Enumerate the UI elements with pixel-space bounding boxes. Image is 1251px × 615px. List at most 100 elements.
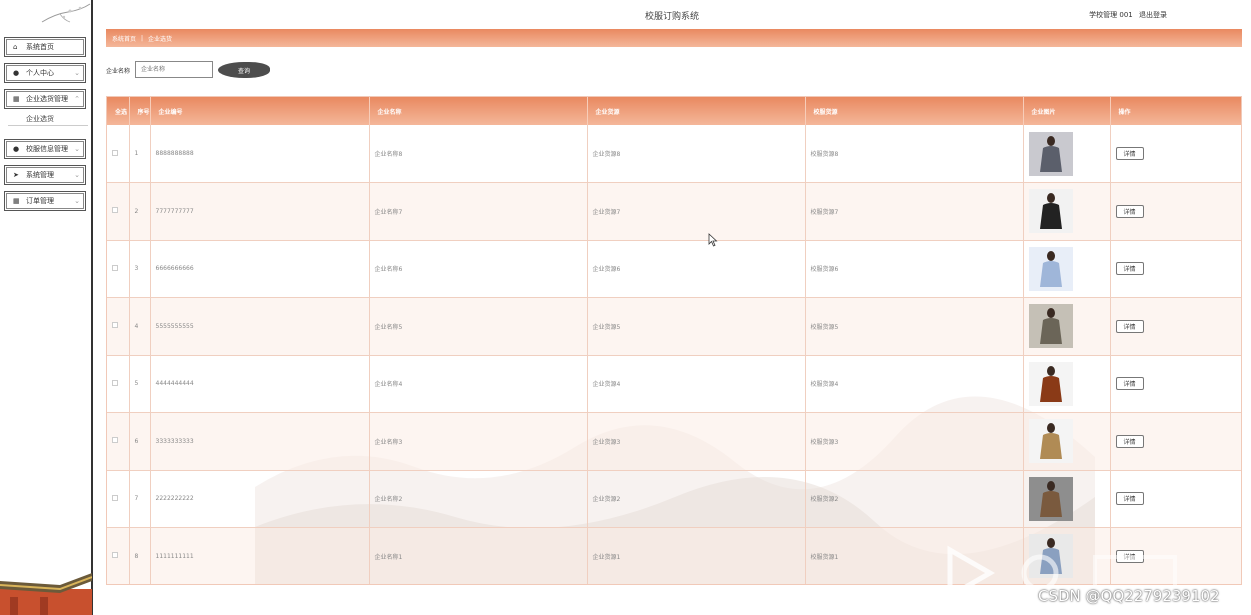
row-action-cell: 详情 [1110, 355, 1241, 413]
row-checkbox-cell[interactable] [107, 240, 130, 298]
row-checkbox[interactable] [112, 494, 118, 501]
detail-button[interactable]: 详情 [1115, 262, 1144, 276]
row-code: 8888888888 [150, 125, 370, 183]
row-image-cell [1023, 297, 1111, 356]
user-name: 学校管理 001 [1089, 11, 1133, 19]
detail-button[interactable]: 详情 [1115, 204, 1144, 218]
row-uniform: 校服货源4 [805, 355, 1024, 413]
table-row: 7 2222222222 企业名称2 企业货源2 校服货源2 详情 [107, 470, 1241, 528]
sidebar-item-label: 订单管理 [26, 197, 54, 205]
row-checkbox[interactable] [112, 552, 118, 559]
row-checkbox-cell[interactable] [107, 470, 130, 528]
row-uniform: 校服货源5 [805, 297, 1024, 356]
breadcrumb-home[interactable]: 系统首页 [112, 34, 136, 43]
sidebar-item-uniform-info[interactable]: ● 校服信息管理 ⌄ [4, 139, 86, 159]
sidebar-item-profile[interactable]: ● 个人中心 ⌄ [4, 63, 86, 83]
row-checkbox-cell[interactable] [107, 527, 130, 584]
row-source: 企业货源1 [587, 527, 806, 584]
sidebar-item-label: 系统首页 [26, 43, 54, 51]
row-checkbox[interactable] [112, 207, 118, 214]
row-image-cell [1023, 240, 1111, 298]
header-name: 企业名称 [369, 97, 588, 125]
product-image[interactable] [1028, 361, 1073, 406]
detail-button[interactable]: 详情 [1115, 434, 1144, 448]
row-checkbox[interactable] [112, 149, 118, 156]
row-action-cell: 详情 [1110, 297, 1241, 356]
chevron-down-icon: ⌄ [74, 197, 80, 205]
sidebar-item-label: 系统管理 [26, 171, 54, 179]
sidebar-item-orders[interactable]: ▦ 订单管理 ⌄ [4, 191, 86, 211]
row-uniform: 校服货源2 [805, 470, 1024, 528]
row-source: 企业货源6 [587, 240, 806, 298]
row-checkbox-cell[interactable] [107, 125, 130, 183]
grid-icon: ▦ [13, 95, 20, 103]
breadcrumb: 系统首页 | 企业选货 [106, 29, 1242, 47]
detail-button[interactable]: 详情 [1115, 319, 1144, 333]
sidebar-item-label: 校服信息管理 [26, 145, 68, 153]
detail-button[interactable]: 详情 [1115, 147, 1144, 160]
sidebar-item-label: 企业选货管理 [26, 95, 68, 103]
row-checkbox[interactable] [112, 437, 118, 444]
product-image[interactable] [1028, 189, 1073, 234]
product-image[interactable] [1028, 131, 1073, 176]
submenu-item-enterprise-goods[interactable]: 企业选货 [26, 114, 54, 124]
search-button[interactable]: 查询 [218, 62, 270, 78]
row-code: 6666666666 [150, 240, 370, 298]
header-uniform: 校服货源 [805, 97, 1024, 125]
user-icon: ● [13, 69, 20, 77]
row-name: 企业名称4 [369, 355, 588, 413]
row-name: 企业名称1 [369, 527, 588, 584]
app-window: ⌂ 系统首页 ● 个人中心 ⌄ ▦ 企业选货管理 ⌃ 企业选货 ● 校服信息管理… [0, 0, 1251, 615]
header-select-all[interactable]: 全选 [107, 97, 130, 125]
product-image[interactable] [1028, 304, 1073, 349]
chevron-down-icon: ⌄ [74, 69, 80, 77]
row-source: 企业货源4 [587, 355, 806, 413]
row-uniform: 校服货源6 [805, 240, 1024, 298]
home-icon: ⌂ [13, 43, 18, 51]
row-index: 4 [129, 297, 151, 356]
sidebar-item-home[interactable]: ⌂ 系统首页 [4, 37, 86, 57]
row-code: 2222222222 [150, 470, 370, 528]
row-source: 企业货源7 [587, 182, 806, 241]
mouse-cursor-icon [708, 233, 718, 247]
breadcrumb-current: 企业选货 [148, 35, 173, 43]
row-image-cell [1023, 412, 1111, 471]
chevron-down-icon: ⌄ [74, 171, 80, 179]
row-checkbox[interactable] [112, 379, 118, 386]
row-checkbox-cell[interactable] [107, 297, 130, 356]
table-row: 2 7777777777 企业名称7 企业货源7 校服货源7 详情 [107, 182, 1241, 241]
sidebar-item-enterprise-goods[interactable]: ▦ 企业选货管理 ⌃ [4, 89, 86, 109]
search-label: 企业名称 [106, 68, 131, 75]
row-name: 企业名称2 [369, 470, 588, 528]
detail-button[interactable]: 详情 [1115, 377, 1144, 391]
grid-icon: ▦ [13, 197, 20, 205]
detail-button[interactable]: 详情 [1115, 492, 1144, 506]
row-action-cell: 详情 [1110, 412, 1241, 471]
row-index: 5 [129, 355, 151, 413]
row-index: 2 [129, 182, 151, 241]
divider [8, 125, 88, 126]
top-header: 校服订购系统 学校管理 001 退出登录 [94, 0, 1251, 28]
row-name: 企业名称8 [369, 125, 588, 183]
row-uniform: 校服货源8 [805, 125, 1024, 183]
row-image-cell [1023, 355, 1111, 413]
row-action-cell: 详情 [1110, 125, 1241, 183]
logout-link[interactable]: 退出登录 [1139, 11, 1167, 19]
row-checkbox[interactable] [112, 322, 118, 329]
row-uniform: 校服货源3 [805, 412, 1024, 471]
product-image[interactable] [1028, 419, 1073, 464]
sidebar-item-system[interactable]: ➤ 系统管理 ⌄ [4, 165, 86, 185]
search-input[interactable] [135, 61, 213, 78]
product-image[interactable] [1028, 246, 1073, 291]
row-checkbox-cell[interactable] [107, 355, 130, 413]
breadcrumb-separator: | [141, 34, 144, 42]
row-checkbox[interactable] [112, 264, 118, 271]
sidebar-item-label: 个人中心 [26, 69, 54, 77]
row-checkbox-cell[interactable] [107, 182, 130, 241]
enterprise-goods-table: 全选 序号 企业编号 企业名称 企业货源 校服货源 企业图片 操作 1 88888… [106, 96, 1242, 585]
row-code: 5555555555 [150, 297, 370, 356]
row-index: 3 [129, 240, 151, 298]
row-checkbox-cell[interactable] [107, 412, 130, 471]
table-row: 1 8888888888 企业名称8 企业货源8 校服货源8 详情 [107, 125, 1241, 183]
product-image[interactable] [1028, 476, 1073, 521]
